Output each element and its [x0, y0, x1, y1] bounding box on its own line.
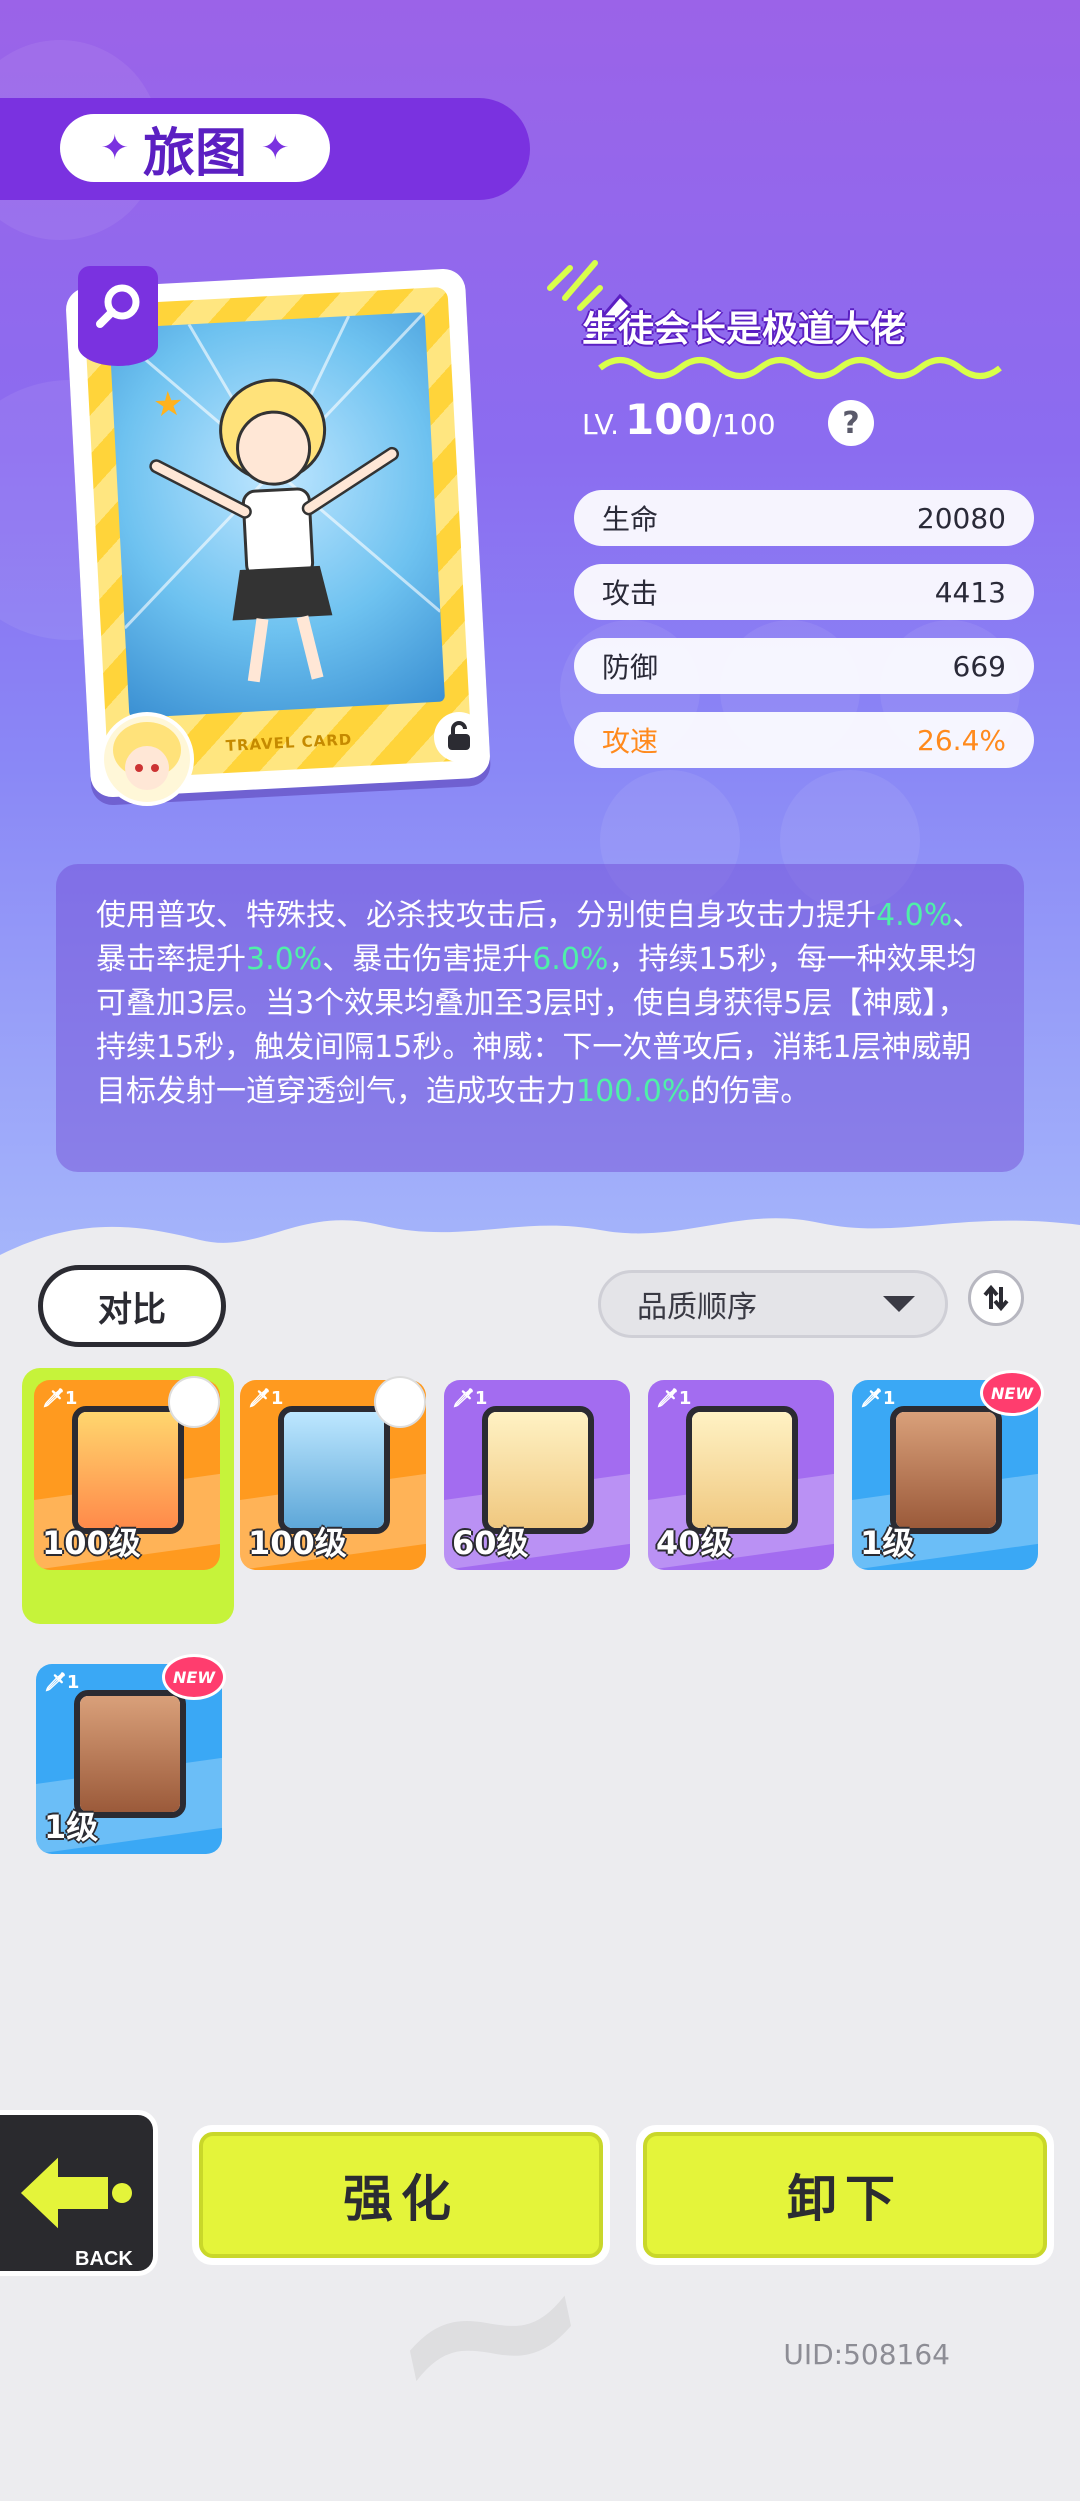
desc-value: 100.0%	[576, 1074, 691, 1109]
stat-attack-speed: 攻速 26.4%	[574, 712, 1034, 768]
equipped-avatar	[168, 1376, 220, 1428]
thumb-art	[284, 1412, 384, 1528]
thumb-art	[896, 1412, 996, 1528]
inventory-card[interactable]: 🗡1 60级	[444, 1380, 630, 1570]
count-badge: 🗡1	[44, 1672, 88, 1708]
underline-decor	[598, 357, 1002, 379]
avatar-face-icon	[104, 716, 190, 802]
count-badge: 🗡1	[42, 1388, 86, 1424]
desc-text: 使用普攻、特殊技、必杀技攻击后，分别使自身攻击力提升	[96, 898, 876, 933]
sort-order-button[interactable]	[968, 1270, 1024, 1326]
spark-lines-icon	[547, 260, 603, 311]
count-value: 1	[66, 1672, 80, 1693]
back-label: BACK	[75, 2248, 133, 2270]
card-level: 40级	[656, 1524, 733, 1562]
count-value: 1	[64, 1388, 78, 1409]
card-thumbnail	[74, 1690, 186, 1818]
count-badge: 🗡1	[452, 1388, 496, 1424]
thumb-art	[692, 1412, 792, 1528]
unlock-icon	[448, 721, 470, 750]
character-avatar	[100, 712, 194, 806]
help-button[interactable]: ?	[828, 400, 874, 446]
count-badge: 🗡1	[656, 1388, 700, 1424]
sort-selected: 品质顺序	[637, 1290, 757, 1325]
character-illustration: ★	[109, 312, 442, 683]
skill-description: 使用普攻、特殊技、必杀技攻击后，分别使自身攻击力提升4.0%、暴击率提升3.0%…	[56, 864, 1024, 1172]
level-current: 100	[624, 395, 713, 444]
sword-mini-icon: 🗡	[452, 1388, 475, 1409]
magnifier-icon	[96, 284, 140, 328]
stat-label: 攻速	[602, 725, 659, 758]
desc-text: 的伤害。	[690, 1074, 811, 1109]
card-level: 100级	[248, 1524, 347, 1562]
swap-vertical-icon	[983, 1284, 1009, 1312]
page-title: 旅图	[142, 123, 247, 184]
count-value: 1	[474, 1388, 488, 1409]
sword-mini-icon: 🗡	[656, 1388, 679, 1409]
stat-value: 4413	[934, 575, 1006, 609]
title-pill: ✦ 旅图 ✦	[60, 114, 330, 184]
stat-label: 攻击	[602, 577, 659, 610]
thumb-art	[78, 1412, 178, 1528]
back-arrow-icon: BACK	[15, 2148, 133, 2270]
count-badge: 🗡1	[248, 1388, 292, 1424]
stat-value: 669	[952, 649, 1006, 683]
stat-defense: 防御 669	[574, 638, 1034, 694]
card-illustration: ★	[109, 312, 446, 719]
stat-hp: 生命 20080	[574, 490, 1034, 546]
card-level: 1级	[860, 1524, 915, 1562]
card-thumbnail	[72, 1406, 184, 1534]
enhance-label: 强化	[199, 2132, 603, 2258]
desc-text: 、暴击伤害提升	[322, 942, 533, 977]
sword-mini-icon: 🗡	[42, 1388, 65, 1409]
card-level: 60级	[452, 1524, 529, 1562]
stat-label: 生命	[602, 503, 659, 536]
title-banner: ✦ 旅图 ✦	[0, 98, 530, 200]
desc-value: 3.0%	[246, 942, 323, 977]
sparkle-icon: ✦	[261, 128, 290, 168]
level-prefix: LV.	[582, 408, 619, 441]
lock-toggle[interactable]	[434, 712, 484, 762]
equipped-avatar	[374, 1376, 426, 1428]
count-value: 1	[882, 1388, 896, 1409]
card-thumbnail	[278, 1406, 390, 1534]
stat-label: 防御	[602, 651, 659, 684]
sort-dropdown[interactable]: 品质顺序	[598, 1270, 948, 1338]
new-badge: NEW	[162, 1654, 226, 1700]
card-level: 1级	[44, 1808, 99, 1846]
level-max: /100	[712, 408, 776, 441]
back-button[interactable]: BACK	[0, 2110, 158, 2276]
compare-button[interactable]: 对比	[38, 1265, 226, 1347]
count-value: 1	[678, 1388, 692, 1409]
count-badge: 🗡1	[860, 1388, 904, 1424]
inspect-button[interactable]	[78, 266, 158, 366]
card-thumbnail	[482, 1406, 594, 1534]
stat-attack: 攻击 4413	[574, 564, 1034, 620]
unequip-button[interactable]: 卸下	[636, 2125, 1054, 2265]
stat-value: 26.4%	[917, 723, 1006, 757]
sword-mini-icon: 🗡	[248, 1388, 271, 1409]
svg-text:★: ★	[152, 384, 185, 426]
desc-value: 4.0%	[876, 898, 953, 933]
card-thumbnail	[890, 1406, 1002, 1534]
card-thumbnail	[686, 1406, 798, 1534]
level-display: LV. 100 /100	[582, 395, 776, 444]
inventory-card[interactable]: 🗡1 40级	[648, 1380, 834, 1570]
desc-value: 6.0%	[532, 942, 609, 977]
thumb-art	[488, 1412, 588, 1528]
thumb-art	[80, 1696, 180, 1812]
sparkle-icon: ✦	[100, 128, 129, 168]
stat-value: 20080	[916, 501, 1006, 535]
new-badge: NEW	[980, 1370, 1044, 1416]
count-value: 1	[270, 1388, 284, 1409]
unequip-label: 卸下	[643, 2132, 1047, 2258]
user-id: UID:508164	[783, 2338, 950, 2371]
sword-mini-icon: 🗡	[860, 1388, 883, 1409]
chevron-down-icon	[883, 1296, 915, 1312]
character-name: 生徒会长是极道大佬	[582, 309, 907, 350]
sword-mini-icon: 🗡	[44, 1672, 67, 1693]
card-level: 100级	[42, 1524, 141, 1562]
enhance-button[interactable]: 强化	[192, 2125, 610, 2265]
